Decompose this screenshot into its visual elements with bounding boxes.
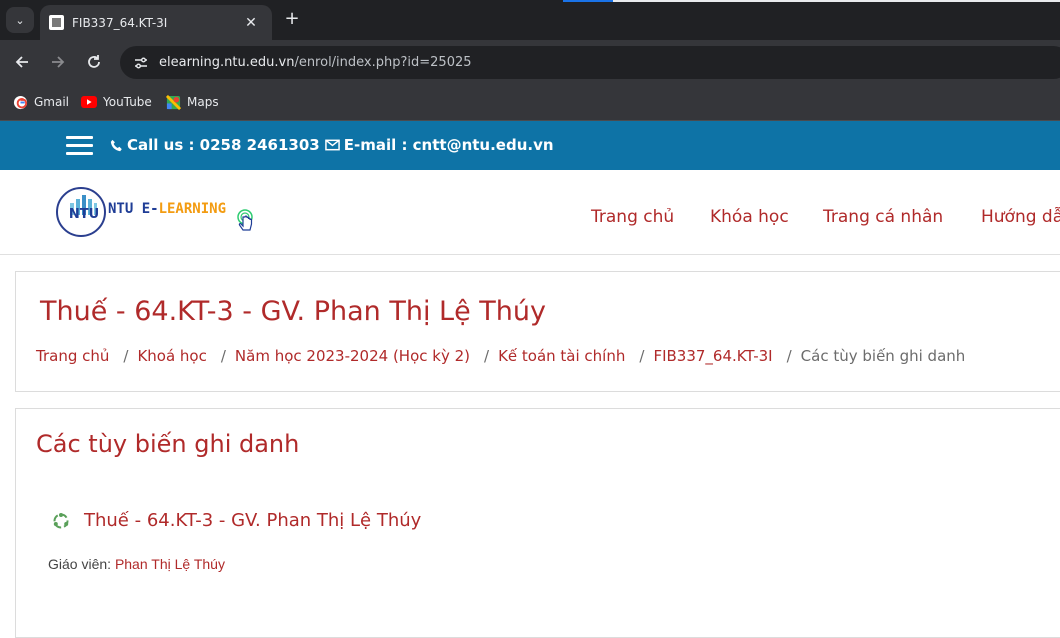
course-icon <box>53 512 69 528</box>
browser-toolbar: elearning.ntu.edu.vn/enrol/index.php?id=… <box>0 40 1060 85</box>
breadcrumb-item-home[interactable]: Trang chủ <box>36 347 109 365</box>
tab-title: FIB337_64.KT-3I <box>72 15 168 30</box>
url-text: elearning.ntu.edu.vn/enrol/index.php?id=… <box>159 55 472 70</box>
breadcrumb-item-courses[interactable]: Khoá học <box>137 347 206 365</box>
tabstrip-accent-light <box>613 0 1060 2</box>
reload-button[interactable] <box>82 50 106 74</box>
browser-tab-active[interactable]: FIB337_64.KT-3I ✕ <box>40 5 272 40</box>
nav-item-home[interactable]: Trang chủ <box>591 206 674 228</box>
enrolment-options-card: Các tùy biến ghi danh Thuế - 64.KT-3 - G… <box>15 408 1060 638</box>
main-navigation: NTU NTU E-LEARNING Trang chủ Khóa học Tr… <box>0 170 1060 255</box>
nav-item-guide[interactable]: Hướng dẫn <box>981 206 1060 228</box>
bookmark-label: YouTube <box>103 95 152 109</box>
breadcrumb-separator: / <box>786 347 792 365</box>
nav-item-profile[interactable]: Trang cá nhân <box>823 206 943 228</box>
breadcrumb-item-course[interactable]: FIB337_64.KT-3I <box>653 347 772 365</box>
chevron-down-icon: ⌄ <box>15 13 25 27</box>
breadcrumb-item-current: Các tùy biến ghi danh <box>800 347 966 365</box>
teacher-label: Giáo viên: <box>48 556 115 572</box>
gmail-icon <box>12 94 28 110</box>
logo-emblem: NTU <box>56 187 106 237</box>
teacher-info: Giáo viên: Phan Thị Lệ Thúy <box>48 556 225 572</box>
pointer-hand-icon <box>237 209 253 231</box>
site-info-icon[interactable] <box>132 54 150 72</box>
breadcrumb-item-year[interactable]: Năm học 2023-2024 (Học kỳ 2) <box>235 347 470 365</box>
forward-button[interactable] <box>46 50 70 74</box>
site-logo[interactable]: NTU NTU E-LEARNING <box>56 187 261 239</box>
teacher-name-link[interactable]: Phan Thị Lệ Thúy <box>115 556 225 572</box>
reload-icon <box>88 55 100 68</box>
course-name-link[interactable]: Thuế - 64.KT-3 - GV. Phan Thị Lệ Thúy <box>84 510 421 531</box>
new-tab-button[interactable]: + <box>282 9 302 29</box>
bookmark-gmail[interactable]: Gmail <box>12 93 69 111</box>
tab-search-button[interactable]: ⌄ <box>6 7 34 33</box>
hamburger-menu-icon[interactable] <box>66 136 93 156</box>
arrow-right-icon <box>52 56 65 68</box>
favicon-icon <box>49 15 64 30</box>
course-header-card: Thuế - 64.KT-3 - GV. Phan Thị Lệ Thúy Tr… <box>15 271 1060 392</box>
tabstrip-accent <box>563 0 613 2</box>
breadcrumb-separator: / <box>639 347 645 365</box>
browser-tabstrip: ⌄ FIB337_64.KT-3I ✕ + <box>0 0 1060 40</box>
logo-emblem-text: NTU <box>68 207 100 222</box>
breadcrumb-item-category[interactable]: Kế toán tài chính <box>498 347 625 365</box>
breadcrumb: Trang chủ / Khoá học / Năm học 2023-2024… <box>36 347 965 365</box>
bookmark-label: Gmail <box>34 95 70 109</box>
phone-text: Call us : 0258 2461303 <box>127 136 320 154</box>
section-title: Các tùy biến ghi danh <box>36 430 300 458</box>
bookmarks-bar: Gmail YouTube Maps <box>0 85 1060 121</box>
close-tab-icon[interactable]: ✕ <box>242 15 260 31</box>
address-bar[interactable]: elearning.ntu.edu.vn/enrol/index.php?id=… <box>120 46 1060 79</box>
email-icon <box>325 137 341 153</box>
bookmark-label: Maps <box>187 95 219 109</box>
course-box: Thuế - 64.KT-3 - GV. Phan Thị Lệ Thúy <box>52 510 421 531</box>
breadcrumb-separator: / <box>484 347 490 365</box>
phone-icon <box>108 137 124 153</box>
url-host: elearning.ntu.edu.vn <box>159 55 295 70</box>
bookmark-youtube[interactable]: YouTube <box>81 93 152 111</box>
contact-info: Call us : 0258 2461303 E-mail : cntt@ntu… <box>108 136 554 154</box>
back-button[interactable] <box>10 50 34 74</box>
bookmark-maps[interactable]: Maps <box>165 93 219 111</box>
maps-icon <box>165 94 181 110</box>
logo-brand-text: NTU E-LEARNING <box>108 201 227 217</box>
youtube-icon <box>81 94 97 110</box>
site-topbar: Call us : 0258 2461303 E-mail : cntt@ntu… <box>0 121 1060 170</box>
breadcrumb-separator: / <box>220 347 226 365</box>
url-path: /enrol/index.php?id=25025 <box>294 55 472 70</box>
page-title: Thuế - 64.KT-3 - GV. Phan Thị Lệ Thúy <box>40 296 546 327</box>
arrow-left-icon <box>15 56 28 68</box>
breadcrumb-separator: / <box>123 347 129 365</box>
email-text[interactable]: E-mail : cntt@ntu.edu.vn <box>344 136 554 154</box>
nav-item-courses[interactable]: Khóa học <box>710 206 789 228</box>
